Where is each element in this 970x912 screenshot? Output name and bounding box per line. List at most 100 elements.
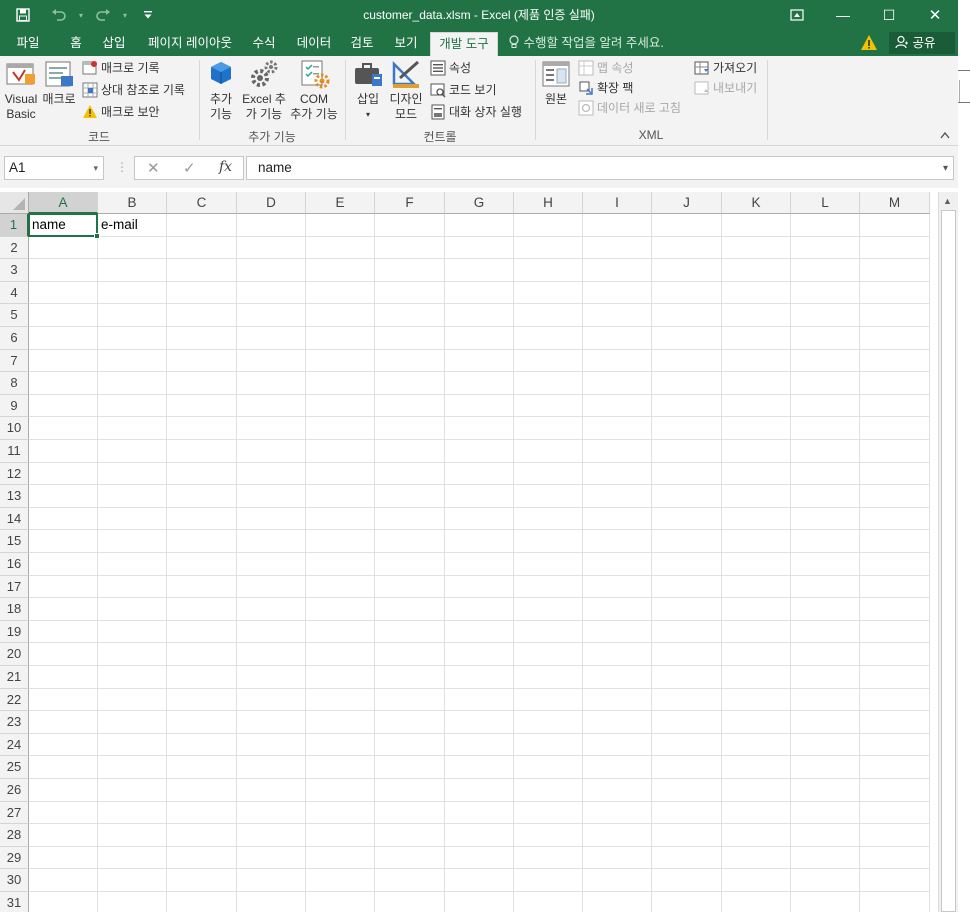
row-header-25[interactable]: 25	[0, 756, 29, 779]
cancel-entry-icon[interactable]: ✕	[147, 159, 160, 177]
macro-security-button[interactable]: 매크로 보안	[82, 102, 160, 122]
cell-b1[interactable]: e-mail	[98, 214, 138, 236]
macros-button[interactable]: 매크로	[40, 58, 78, 107]
column-header-e[interactable]: E	[306, 192, 375, 214]
column-header-b[interactable]: B	[98, 192, 167, 214]
tab-insert[interactable]: 삽입	[96, 30, 132, 56]
insert-function-icon[interactable]: fx	[219, 159, 232, 175]
name-box[interactable]: A1 ▾	[4, 156, 104, 180]
column-header-j[interactable]: J	[652, 192, 722, 214]
row-header-24[interactable]: 24	[0, 733, 29, 757]
row-header-2[interactable]: 2	[0, 236, 29, 260]
row-header-4[interactable]: 4	[0, 281, 29, 305]
fill-handle[interactable]	[94, 232, 100, 239]
row-header-31[interactable]: 31	[0, 892, 29, 912]
row-header-13[interactable]: 13	[0, 485, 29, 508]
run-dialog-button[interactable]: 대화 상자 실행	[430, 102, 522, 122]
formula-input[interactable]: name ▾	[246, 156, 954, 180]
column-header-h[interactable]: H	[514, 192, 583, 214]
tab-home[interactable]: 홈	[60, 30, 92, 56]
share-button[interactable]: 공유	[889, 32, 955, 54]
column-header-c[interactable]: C	[167, 192, 237, 214]
grid-row-line	[29, 439, 930, 440]
xml-export-button[interactable]: 내보내기	[694, 78, 757, 98]
row-header-20[interactable]: 20	[0, 643, 29, 666]
column-header-d[interactable]: D	[237, 192, 306, 214]
row-header-19[interactable]: 19	[0, 620, 29, 644]
row-header-26[interactable]: 26	[0, 779, 29, 802]
map-properties-button[interactable]: 맵 속성	[578, 58, 633, 78]
row-header-7[interactable]: 7	[0, 349, 29, 373]
maximize-button[interactable]: ☐	[866, 0, 912, 30]
tell-me-search[interactable]: 수행할 작업을 알려 주세요.	[508, 30, 664, 56]
column-header-g[interactable]: G	[445, 192, 514, 214]
row-header-18[interactable]: 18	[0, 598, 29, 621]
column-header-m[interactable]: M	[860, 192, 930, 214]
properties-button[interactable]: 속성	[430, 58, 471, 78]
row-header-21[interactable]: 21	[0, 666, 29, 689]
column-header-l[interactable]: L	[791, 192, 860, 214]
relative-refs-button[interactable]: 상대 참조로 기록	[82, 80, 185, 100]
row-header-15[interactable]: 15	[0, 530, 29, 553]
addins-button[interactable]: 추가 기능	[204, 58, 238, 122]
row-header-6[interactable]: 6	[0, 327, 29, 350]
relative-refs-icon	[82, 82, 98, 98]
row-header-3[interactable]: 3	[0, 259, 29, 282]
refresh-data-button[interactable]: 데이터 새로 고침	[578, 98, 681, 118]
visual-basic-button[interactable]: Visual Basic	[2, 58, 40, 122]
column-header-f[interactable]: F	[375, 192, 445, 214]
formula-buttons: ✕ ✓ fx	[134, 156, 244, 180]
row-header-30[interactable]: 30	[0, 869, 29, 892]
row-header-10[interactable]: 10	[0, 417, 29, 440]
record-macro-label: 매크로 기록	[101, 61, 160, 75]
vertical-scrollbar[interactable]: ▲	[938, 192, 958, 912]
ribbon-display-options-icon[interactable]	[774, 0, 820, 30]
design-mode-button[interactable]: 디자인 모드	[386, 58, 426, 122]
record-macro-button[interactable]: 매크로 기록	[82, 58, 160, 78]
name-box-dropdown-icon[interactable]: ▾	[93, 157, 98, 179]
row-header-5[interactable]: 5	[0, 304, 29, 327]
row-header-27[interactable]: 27	[0, 801, 29, 825]
tab-page-layout[interactable]: 페이지 레이아웃	[140, 30, 240, 56]
formula-bar-resize-handle[interactable]: ⋮	[116, 160, 128, 174]
tab-view[interactable]: 보기	[388, 30, 424, 56]
insert-control-button[interactable]: 삽입 ▾	[350, 58, 386, 122]
warning-icon[interactable]	[860, 34, 878, 52]
excel-addins-button[interactable]: Excel 추 가 기능	[240, 58, 288, 122]
row-header-9[interactable]: 9	[0, 394, 29, 418]
row-header-23[interactable]: 23	[0, 711, 29, 734]
column-header-i[interactable]: I	[583, 192, 652, 214]
row-header-11[interactable]: 11	[0, 440, 29, 463]
collapse-ribbon-icon[interactable]	[940, 130, 950, 142]
scroll-up-icon[interactable]: ▲	[943, 196, 952, 206]
active-cell-outline	[28, 213, 98, 237]
tab-review[interactable]: 검토	[344, 30, 380, 56]
column-header-a[interactable]: A	[29, 192, 98, 214]
select-all-button[interactable]	[0, 192, 29, 214]
column-header-k[interactable]: K	[722, 192, 791, 214]
row-header-1[interactable]: 1	[0, 214, 29, 237]
worksheet-grid[interactable]: A B C D E F G H I J K L M 1 2 3 4 5 6 7 8 9 10 11 12 13 14 15 16 17 18…	[0, 192, 938, 912]
row-header-17[interactable]: 17	[0, 575, 29, 599]
tab-data[interactable]: 데이터	[290, 30, 338, 56]
expansion-packs-button[interactable]: 확장 팩	[578, 78, 633, 98]
enter-entry-icon[interactable]: ✓	[183, 159, 196, 177]
xml-import-button[interactable]: 가져오기	[694, 58, 757, 78]
tab-formulas[interactable]: 수식	[246, 30, 282, 56]
tab-file[interactable]: 파일	[4, 30, 52, 56]
row-header-28[interactable]: 28	[0, 824, 29, 847]
scrollbar-thumb[interactable]	[941, 210, 956, 912]
expand-formula-bar-icon[interactable]: ▾	[943, 158, 948, 180]
view-code-button[interactable]: 코드 보기	[430, 80, 497, 100]
minimize-button[interactable]: —	[820, 0, 866, 30]
close-button[interactable]: ✕	[912, 0, 958, 30]
xml-source-button[interactable]: 원본	[540, 58, 572, 107]
row-header-29[interactable]: 29	[0, 846, 29, 870]
row-header-22[interactable]: 22	[0, 688, 29, 712]
com-addins-button[interactable]: COM 추가 기능	[288, 58, 340, 122]
row-header-16[interactable]: 16	[0, 553, 29, 576]
row-header-8[interactable]: 8	[0, 372, 29, 395]
row-header-14[interactable]: 14	[0, 507, 29, 531]
tab-developer[interactable]: 개발 도구	[430, 32, 498, 56]
row-header-12[interactable]: 12	[0, 462, 29, 486]
